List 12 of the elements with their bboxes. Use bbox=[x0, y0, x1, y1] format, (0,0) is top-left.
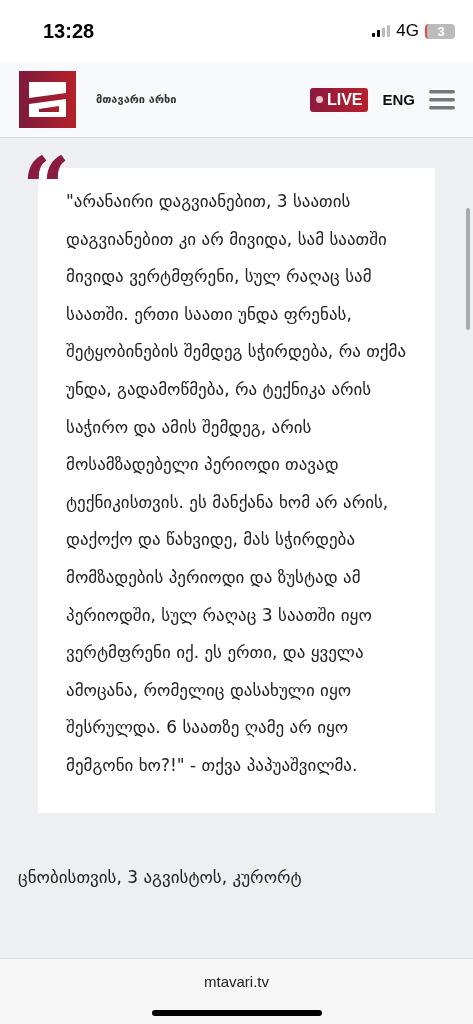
url-text[interactable]: mtavari.tv bbox=[204, 973, 269, 990]
live-button[interactable]: LIVE bbox=[309, 87, 369, 112]
signal-icon bbox=[372, 25, 391, 37]
logo-text: მთავარი არხი bbox=[96, 93, 177, 106]
language-button[interactable]: ENG bbox=[382, 91, 415, 108]
network-label: 4G bbox=[396, 21, 419, 41]
battery-indicator: 3 bbox=[425, 23, 455, 39]
dot-icon bbox=[315, 96, 323, 103]
status-time: 13:28 bbox=[43, 19, 95, 43]
logo-icon[interactable] bbox=[19, 71, 76, 128]
menu-icon[interactable] bbox=[429, 89, 455, 110]
paragraph-text: ცნობისთვის, 3 აგვისტოს, კურორტ bbox=[18, 866, 303, 887]
